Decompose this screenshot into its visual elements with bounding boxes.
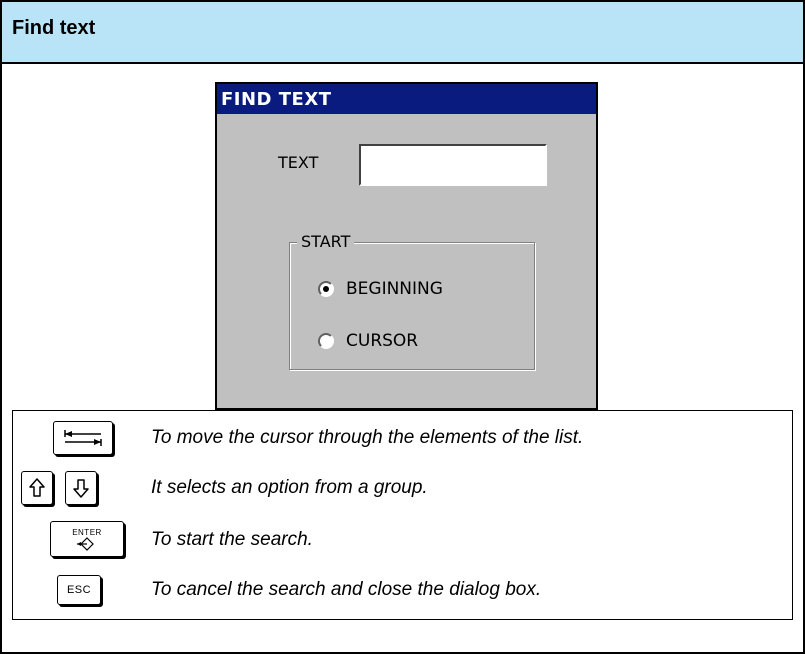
legend-row: ESC To cancel the search and close the d… xyxy=(13,571,792,611)
enter-key-icon: ENTER xyxy=(50,521,124,557)
legend-description: To start the search. xyxy=(151,529,313,550)
down-arrow-key-icon xyxy=(65,471,97,505)
start-group: START BEGINNING CURSOR xyxy=(289,232,535,370)
help-page: Find text FIND TEXT TEXT START BEGINNING… xyxy=(0,0,805,654)
page-title: Find text xyxy=(12,17,96,39)
radio-button[interactable] xyxy=(318,333,334,349)
legend-row: ENTER To start the search. xyxy=(13,521,792,561)
dialog-titlebar: FIND TEXT xyxy=(217,84,596,114)
radio-label: CURSOR xyxy=(346,331,419,351)
text-field-label: TEXT xyxy=(278,153,319,172)
enter-key-label: ENTER xyxy=(72,527,102,537)
page-header: Find text xyxy=(2,2,803,64)
up-arrow-key-icon xyxy=(21,471,53,505)
legend-row: It selects an option from a group. xyxy=(13,469,792,509)
find-text-dialog: FIND TEXT TEXT START BEGINNING CURSOR xyxy=(215,82,598,410)
text-input[interactable] xyxy=(359,144,547,186)
esc-key-label: ESC xyxy=(66,584,92,596)
tab-key-icon xyxy=(53,421,113,455)
radio-option-cursor[interactable]: CURSOR xyxy=(318,331,418,351)
legend-description: To cancel the search and close the dialo… xyxy=(151,579,542,600)
radio-label: BEGINNING xyxy=(346,279,443,299)
start-group-label: START xyxy=(297,232,355,251)
legend-description: To move the cursor through the elements … xyxy=(151,427,584,448)
key-legend: To move the cursor through the elements … xyxy=(12,410,793,620)
esc-key-icon: ESC xyxy=(57,575,101,605)
dialog-title: FIND TEXT xyxy=(221,89,332,110)
radio-selected-dot xyxy=(323,286,329,292)
radio-option-beginning[interactable]: BEGINNING xyxy=(318,279,443,299)
radio-button[interactable] xyxy=(318,281,334,297)
legend-description: It selects an option from a group. xyxy=(151,477,428,498)
legend-row: To move the cursor through the elements … xyxy=(13,417,792,457)
